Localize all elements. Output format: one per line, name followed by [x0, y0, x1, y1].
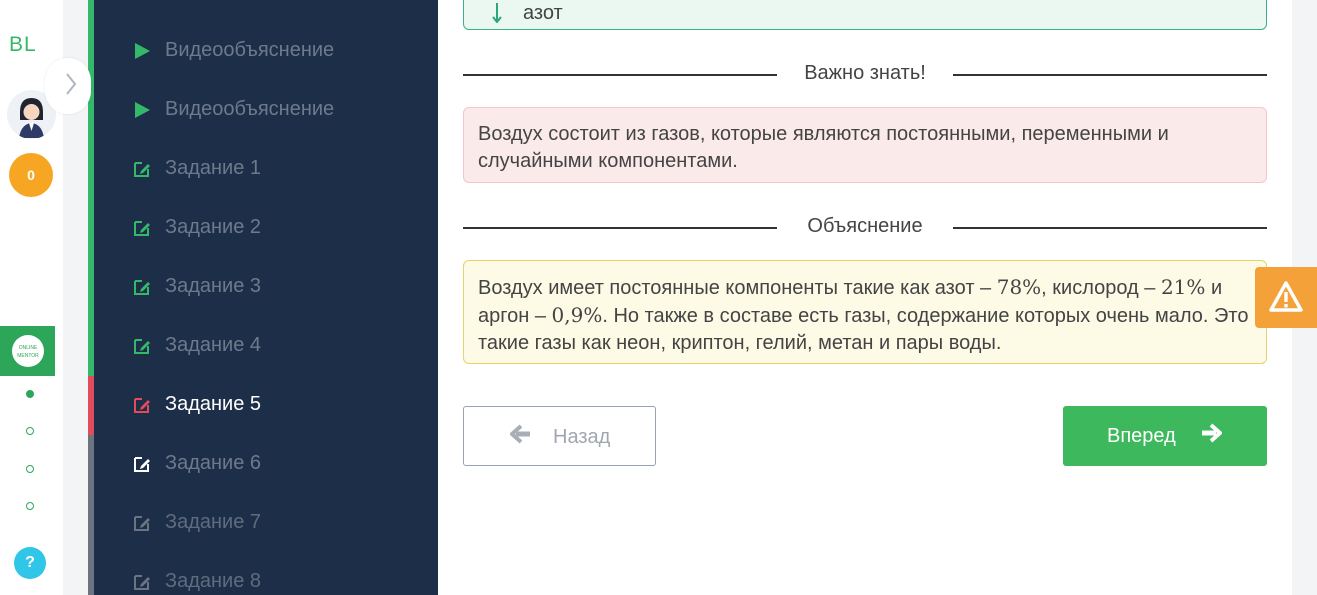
nitrogen-value: 78%	[996, 275, 1042, 299]
edit-icon	[134, 221, 150, 236]
sidebar-item-task-1[interactable]: Задание 1	[88, 139, 438, 198]
sidebar-item-label: Задание 3	[165, 275, 262, 297]
important-title: Важно знать!	[804, 62, 926, 84]
back-button-label: Назад	[553, 426, 611, 448]
bilimland-logo[interactable]: BL	[9, 33, 37, 57]
online-mentor-button[interactable]: ONLINE MENTOR	[0, 326, 55, 376]
sidebar-item-label: Задание 1	[165, 157, 262, 179]
sidebar-toggle-button[interactable]	[45, 58, 91, 114]
sidebar-item-label: Видеообъяснение	[165, 39, 335, 61]
step-dot[interactable]	[26, 427, 34, 435]
play-icon	[135, 102, 150, 118]
report-error-button[interactable]	[1255, 267, 1317, 328]
sidebar-item-task-4[interactable]: Задание 4	[88, 316, 438, 375]
edit-icon	[134, 516, 150, 531]
sort-arrow-icon	[492, 3, 502, 28]
sidebar-item-label: Задание 7	[165, 511, 262, 533]
explanation-divider: Объяснение	[463, 215, 1267, 239]
step-dot[interactable]	[26, 465, 34, 473]
warning-icon	[1269, 281, 1303, 312]
step-dot[interactable]	[26, 390, 34, 398]
arrow-right-icon	[1200, 422, 1224, 450]
help-button[interactable]: ?	[14, 547, 46, 579]
edit-icon	[134, 162, 150, 177]
correct-answer-box: азот	[463, 0, 1267, 30]
lesson-sidebar: Видеообъяснение Видеообъяснение Задание …	[88, 0, 438, 595]
edit-icon	[134, 280, 150, 295]
divider-line	[463, 227, 777, 229]
sidebar-item-video-2[interactable]: Видеообъяснение	[88, 80, 438, 139]
step-dot[interactable]	[26, 502, 34, 510]
sidebar-item-label: Задание 2	[165, 216, 262, 238]
edit-icon	[134, 575, 150, 590]
explanation-title: Объяснение	[807, 215, 923, 237]
sidebar-item-label: Задание 5	[165, 393, 262, 415]
sidebar-item-video-1[interactable]: Видеообъяснение	[88, 21, 438, 80]
divider-line	[463, 74, 777, 76]
chevron-right-icon	[65, 72, 77, 102]
sidebar-item-task-6[interactable]: Задание 6	[88, 434, 438, 493]
edit-icon	[134, 339, 150, 354]
explanation-box: Воздух имеет постоянные компоненты такие…	[463, 260, 1267, 364]
online-mentor-label: ONLINE MENTOR	[12, 335, 44, 367]
important-divider: Важно знать!	[463, 62, 1267, 86]
sidebar-item-label: Задание 8	[165, 570, 262, 592]
coin-counter[interactable]: 0	[9, 153, 53, 197]
explanation-text: , кислород –	[1041, 277, 1161, 299]
divider-line	[953, 74, 1267, 76]
argon-value: 0,9%	[551, 303, 603, 327]
arrow-left-icon	[508, 423, 532, 451]
next-button[interactable]: Вперед	[1063, 406, 1267, 466]
edit-icon	[134, 398, 150, 413]
divider-line	[953, 227, 1267, 229]
important-box: Воздух состоит из газов, которые являютс…	[463, 107, 1267, 183]
sidebar-item-task-7[interactable]: Задание 7	[88, 493, 438, 552]
answer-text: азот	[523, 2, 563, 24]
lesson-content: азот Важно знать! Воздух состоит из газо…	[438, 0, 1292, 595]
edit-icon	[134, 457, 150, 472]
oxygen-value: 21%	[1160, 275, 1206, 299]
sidebar-item-task-8[interactable]: Задание 8	[88, 552, 438, 595]
sidebar-item-label: Задание 6	[165, 452, 262, 474]
sidebar-item-label: Видеообъяснение	[165, 98, 335, 120]
sidebar-item-label: Задание 4	[165, 334, 262, 356]
sidebar-item-task-3[interactable]: Задание 3	[88, 257, 438, 316]
important-text: Воздух состоит из газов, которые являютс…	[478, 123, 1169, 172]
play-icon	[135, 43, 150, 59]
back-button[interactable]: Назад	[463, 406, 656, 466]
next-button-label: Вперед	[1107, 425, 1176, 447]
sidebar-item-task-2[interactable]: Задание 2	[88, 198, 438, 257]
explanation-text: Воздух имеет постоянные компоненты такие…	[478, 277, 997, 299]
sidebar-item-task-5[interactable]: Задание 5	[88, 375, 438, 434]
